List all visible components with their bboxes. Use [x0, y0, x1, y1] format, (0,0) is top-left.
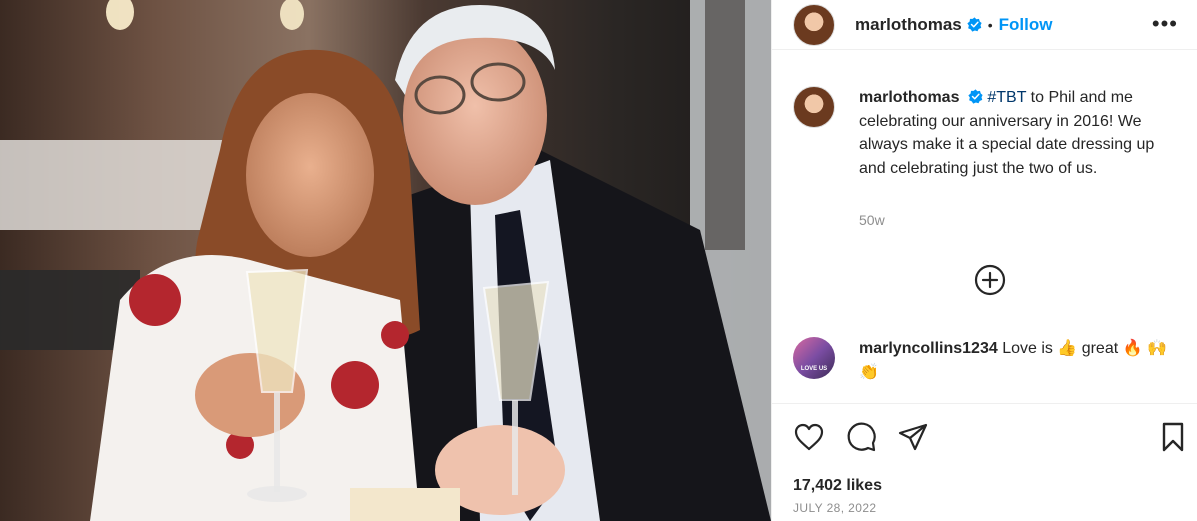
comment-item: LOVE US marlyncollins1234 Love is 👍 grea…	[793, 337, 1183, 384]
action-bar: 17,402 likes JULY 28, 2022	[772, 403, 1197, 521]
bookmark-icon[interactable]	[1157, 421, 1189, 453]
paper-plane-icon[interactable]	[897, 421, 929, 453]
heart-icon[interactable]	[793, 421, 825, 453]
caption-author-avatar[interactable]	[793, 86, 835, 128]
caption-username[interactable]: marlothomas	[859, 89, 959, 106]
verified-badge-icon	[968, 89, 983, 104]
comment-icon[interactable]	[846, 421, 878, 453]
separator-dot: •	[987, 16, 993, 33]
verified-badge-icon	[967, 17, 982, 32]
comment-text: marlyncollins1234 Love is 👍 great 🔥 🙌👏	[859, 337, 1169, 384]
commenter-username[interactable]: marlyncollins1234	[859, 340, 998, 357]
commenter-avatar[interactable]: LOVE US	[793, 337, 835, 379]
author-avatar[interactable]	[793, 3, 835, 46]
author-username[interactable]: marlothomas	[855, 15, 962, 35]
likes-count[interactable]: 17,402 likes	[793, 477, 882, 495]
post-header: marlothomas • Follow •••	[772, 0, 1197, 50]
caption-text: marlothomas #TBT to Phil and me celebrat…	[859, 86, 1169, 180]
plus-circle-icon[interactable]	[974, 264, 1006, 296]
commenter-avatar-caption: LOVE US	[800, 366, 828, 372]
post-date[interactable]: JULY 28, 2022	[793, 501, 876, 515]
post-sidebar: marlothomas • Follow ••• marlothomas #TB…	[771, 0, 1197, 521]
caption-timestamp[interactable]: 50w	[859, 212, 885, 228]
more-options-icon[interactable]: •••	[1152, 13, 1178, 35]
post-photo[interactable]	[0, 0, 771, 521]
follow-button[interactable]: Follow	[999, 15, 1053, 35]
caption-hashtag[interactable]: #TBT	[987, 89, 1026, 106]
caption: marlothomas #TBT to Phil and me celebrat…	[793, 86, 1183, 180]
post-image	[0, 0, 771, 521]
